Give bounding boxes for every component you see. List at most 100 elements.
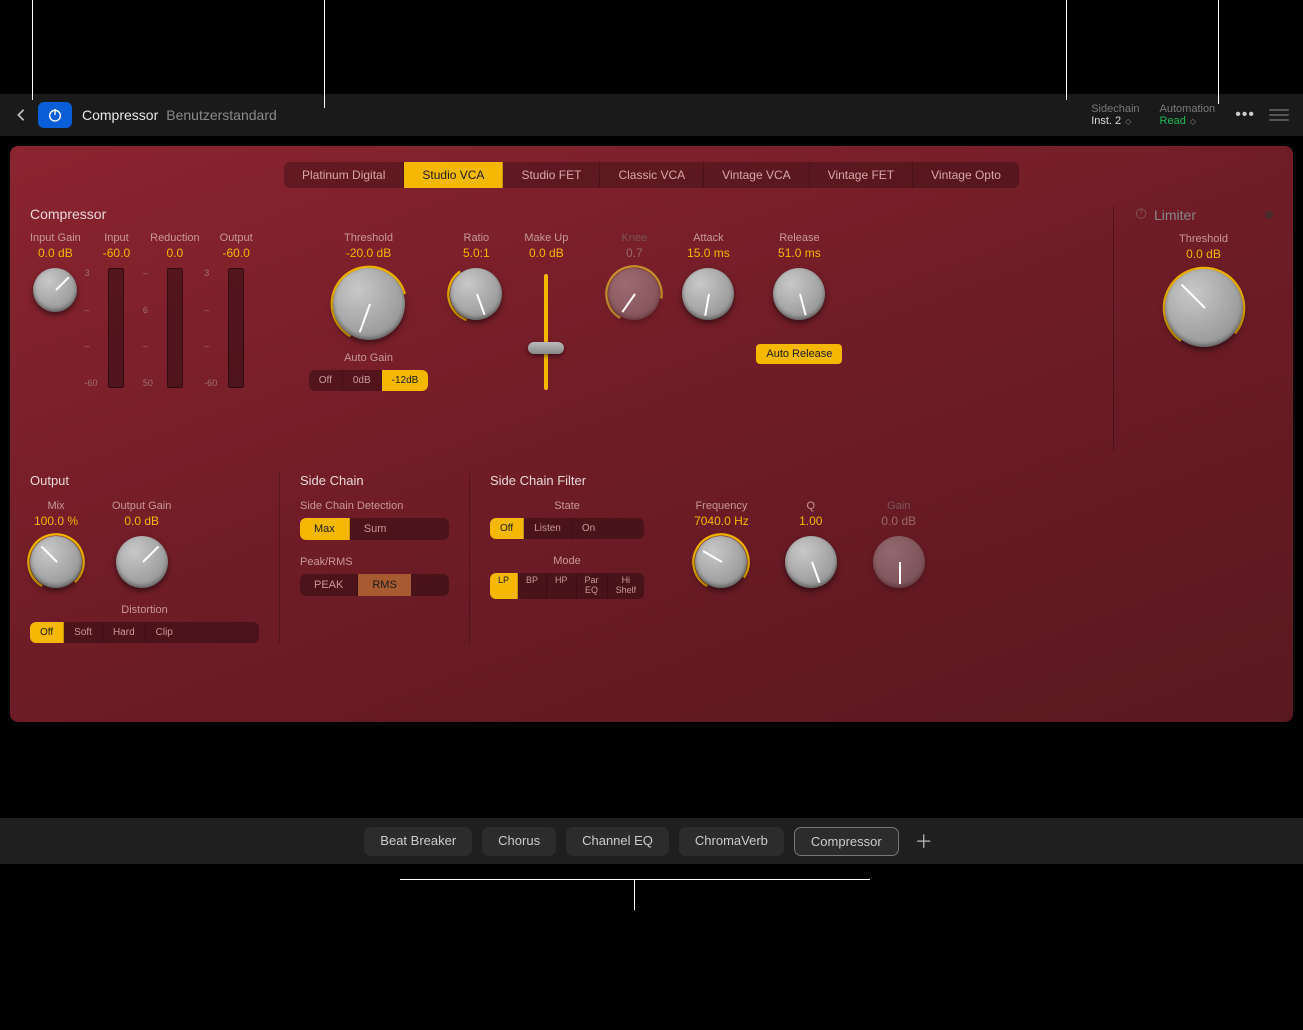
q-value: 1.00	[799, 514, 822, 528]
frequency-label: Frequency	[695, 500, 747, 512]
model-tab-vintage-opto[interactable]: Vintage Opto	[913, 162, 1019, 188]
fx-chip-channel-eq[interactable]: Channel EQ	[566, 827, 669, 856]
ratio-param: Ratio 5.0:1	[450, 232, 502, 320]
auto-gain-label: Auto Gain	[344, 352, 393, 364]
scgain-knob[interactable]	[873, 536, 925, 588]
detection-seg-sum[interactable]: Sum	[350, 518, 401, 540]
plugin-header: Compressor Benutzerstandard Sidechain In…	[0, 94, 1303, 136]
release-label: Release	[779, 232, 819, 244]
power-button[interactable]	[38, 102, 72, 128]
sidechain-selector[interactable]: Sidechain Inst. 2◇	[1091, 103, 1139, 127]
model-tab-studio-fet[interactable]: Studio FET	[503, 162, 600, 188]
model-tab-platinum-digital[interactable]: Platinum Digital	[284, 162, 404, 188]
fx-chip-compressor[interactable]: Compressor	[794, 827, 899, 856]
release-param: Release 51.0 ms Auto Release	[756, 232, 842, 364]
output-gain-value: 0.0 dB	[124, 514, 159, 528]
back-button[interactable]	[14, 108, 28, 122]
makeup-value: 0.0 dB	[529, 246, 564, 260]
model-tab-classic-vca[interactable]: Classic VCA	[600, 162, 704, 188]
sidechain-title: Side Chain	[300, 473, 449, 488]
mode-seg-hp[interactable]: HP	[547, 573, 577, 599]
distortion-seg-clip[interactable]: Clip	[146, 622, 183, 643]
output-gain-knob[interactable]	[116, 536, 168, 588]
callout-line	[634, 880, 635, 910]
plugin-panel: Platinum DigitalStudio VCAStudio FETClas…	[10, 146, 1293, 722]
limiter-power-button[interactable]	[1134, 206, 1148, 223]
attack-knob[interactable]	[682, 268, 734, 320]
fx-chip-chromaverb[interactable]: ChromaVerb	[679, 827, 784, 856]
updown-icon: ◇	[1190, 117, 1195, 126]
auto-gain-seg-0db[interactable]: 0dB	[343, 370, 382, 391]
mode-segmented: LPBPHPParEQHiShelf	[490, 573, 644, 599]
detection-label: Side Chain Detection	[300, 500, 449, 512]
knee-value: 0.7	[626, 246, 643, 260]
meter-tick: 3	[204, 268, 217, 278]
plugin-name: Compressor	[82, 107, 158, 123]
input-gain-label: Input Gain	[30, 232, 81, 244]
auto-gain-seg-off[interactable]: Off	[309, 370, 343, 391]
meter-tick: –	[204, 341, 217, 351]
model-tabs: Platinum DigitalStudio VCAStudio FETClas…	[30, 162, 1273, 188]
mix-param: Mix 100.0 %	[30, 500, 82, 588]
state-segmented: OffListenOn	[490, 518, 644, 539]
scfilter-state-label: State	[490, 500, 644, 512]
makeup-label: Make Up	[524, 232, 568, 244]
scgain-label: Gain	[887, 500, 910, 512]
meter-tick: -60	[204, 378, 217, 388]
frequency-knob[interactable]	[695, 536, 747, 588]
state-seg-off[interactable]: Off	[490, 518, 524, 539]
peakrms-seg-rms[interactable]: RMS	[358, 574, 410, 596]
state-seg-listen[interactable]: Listen	[524, 518, 572, 539]
auto-gain-seg--12db[interactable]: -12dB	[382, 370, 429, 391]
q-knob[interactable]	[785, 536, 837, 588]
model-tab-studio-vca[interactable]: Studio VCA	[404, 162, 503, 188]
fx-chip-beat-breaker[interactable]: Beat Breaker	[364, 827, 472, 856]
scgain-value: 0.0 dB	[881, 514, 916, 528]
mode-seg-lp[interactable]: LP	[490, 573, 518, 599]
model-tab-vintage-fet[interactable]: Vintage FET	[810, 162, 913, 188]
scfilter-mode-label: Mode	[490, 555, 644, 567]
mode-seg-hi-shelf[interactable]: HiShelf	[608, 573, 645, 599]
detection-seg-max[interactable]: Max	[300, 518, 350, 540]
sidechain-value: Inst. 2	[1091, 115, 1121, 127]
model-tab-vintage-vca[interactable]: Vintage VCA	[704, 162, 810, 188]
mix-value: 100.0 %	[34, 514, 78, 528]
mix-knob[interactable]	[30, 536, 82, 588]
distortion-seg-soft[interactable]: Soft	[64, 622, 103, 643]
threshold-knob[interactable]	[333, 268, 405, 340]
peakrms-segmented: PEAKRMS	[300, 574, 449, 596]
input-meter: Input -60.0 3––-60	[103, 232, 130, 388]
meter-tick: –	[84, 341, 97, 351]
callout-line	[1066, 0, 1067, 100]
more-button[interactable]: •••	[1235, 106, 1255, 124]
distortion-label: Distortion	[30, 604, 259, 616]
output-meter: Output -60.0 3––-60	[220, 232, 253, 388]
fx-chain-bar: Beat Breaker Chorus Channel EQ ChromaVerb Co…	[0, 818, 1303, 864]
drag-handle[interactable]	[1269, 109, 1289, 121]
add-fx-button[interactable]: ＋	[909, 828, 939, 854]
q-param: Q 1.00	[785, 500, 837, 588]
mode-seg-par-eq[interactable]: ParEQ	[577, 573, 608, 599]
input-gain-knob[interactable]	[33, 268, 77, 312]
distortion-seg-off[interactable]: Off	[30, 622, 64, 643]
ratio-knob[interactable]	[450, 268, 502, 320]
peakrms-seg-peak[interactable]: PEAK	[300, 574, 358, 596]
preset-name[interactable]: Benutzerstandard	[166, 107, 277, 123]
distortion-segmented: OffSoftHardClip	[30, 622, 259, 643]
limiter-threshold-knob[interactable]	[1165, 269, 1243, 347]
scgain-param: Gain 0.0 dB	[873, 500, 925, 588]
auto-gain-segmented: Off0dB-12dB	[309, 370, 429, 391]
reduction-meter-value: 0.0	[167, 246, 184, 260]
state-seg-on[interactable]: On	[572, 518, 605, 539]
distortion-seg-hard[interactable]: Hard	[103, 622, 146, 643]
automation-selector[interactable]: Automation Read◇	[1160, 103, 1216, 127]
knee-param: Knee 0.7	[608, 232, 660, 320]
fx-chip-chorus[interactable]: Chorus	[482, 827, 556, 856]
knee-knob[interactable]	[608, 268, 660, 320]
makeup-slider[interactable]	[544, 274, 548, 390]
release-knob[interactable]	[773, 268, 825, 320]
auto-release-button[interactable]: Auto Release	[756, 344, 842, 364]
mix-label: Mix	[47, 500, 64, 512]
mode-seg-bp[interactable]: BP	[518, 573, 547, 599]
release-value: 51.0 ms	[778, 246, 821, 260]
